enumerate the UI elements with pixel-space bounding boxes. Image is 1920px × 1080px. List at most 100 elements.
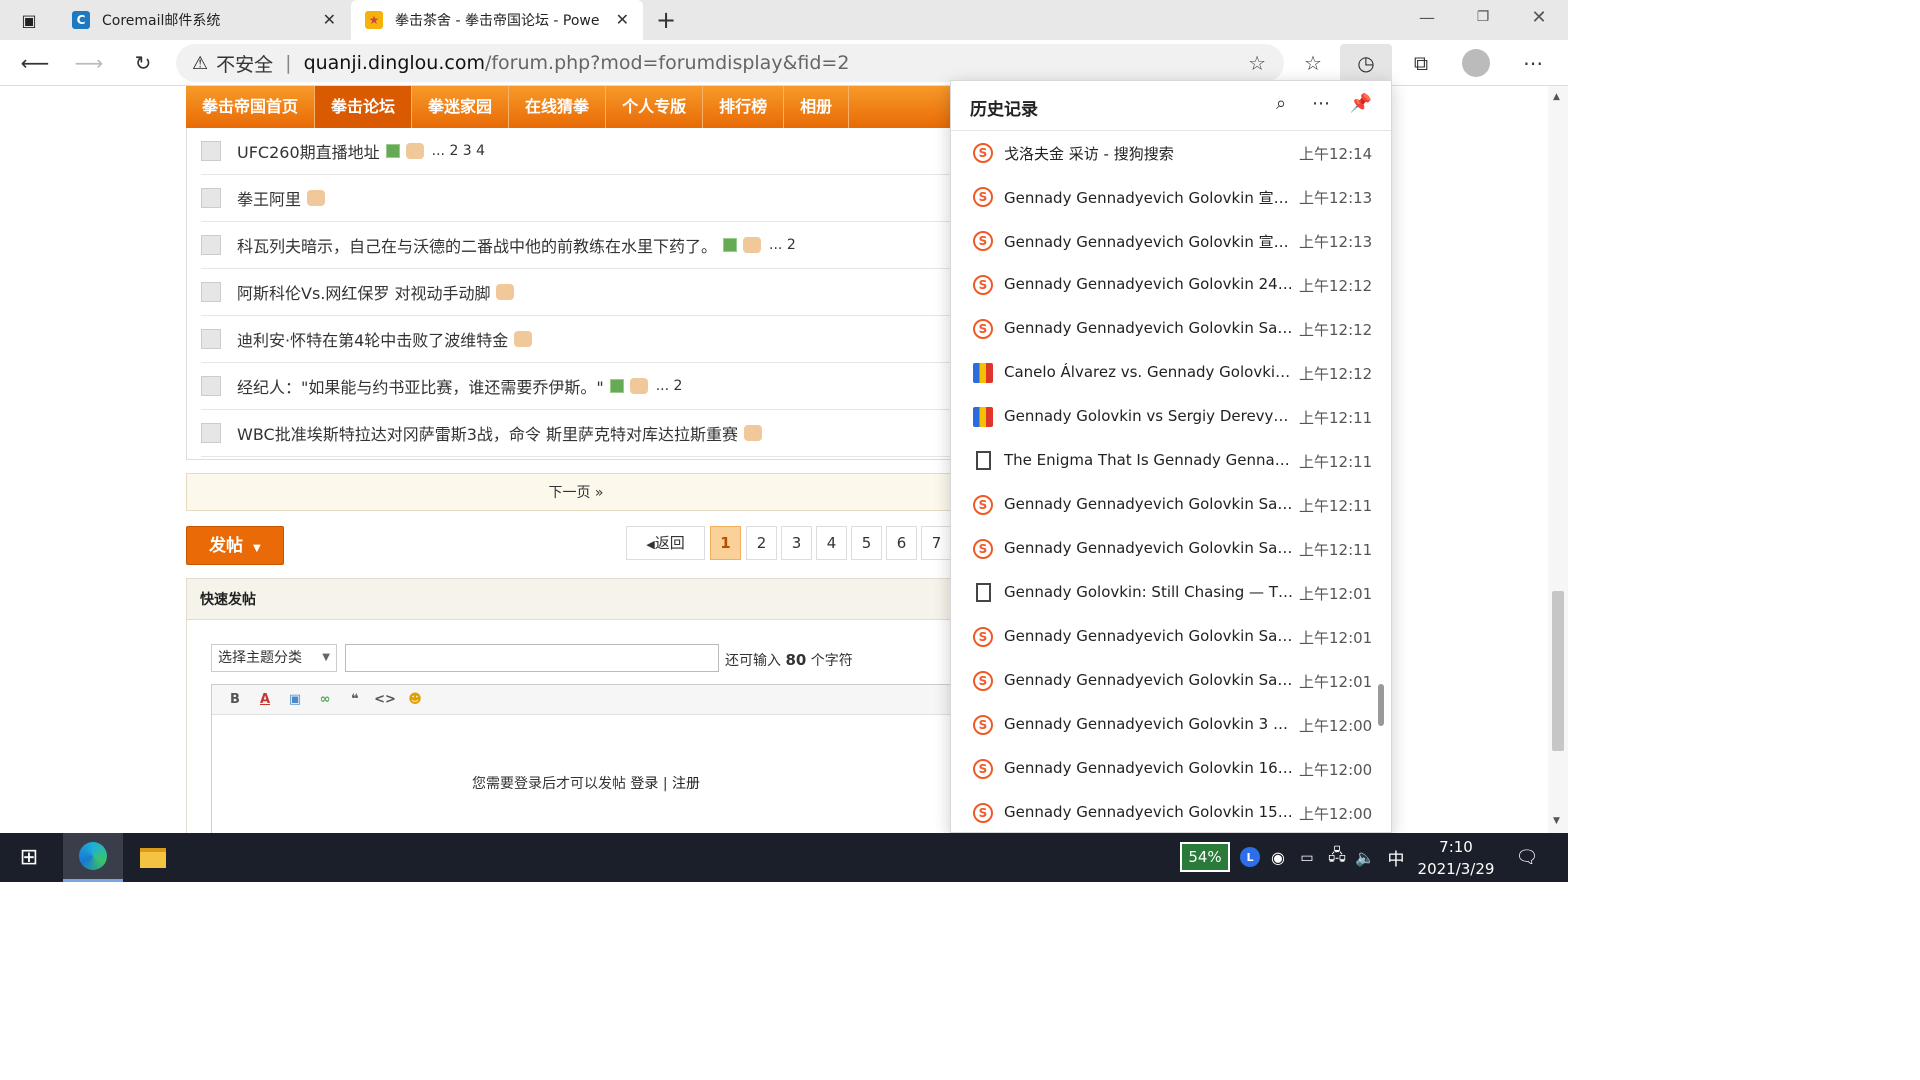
new-tab-icon[interactable]: + bbox=[652, 0, 680, 40]
category-select[interactable]: 选择主题分类 ▼ bbox=[211, 644, 337, 672]
back-icon[interactable]: ⟵ bbox=[20, 48, 50, 78]
history-item[interactable]: S Gennady Gennadyevich Golovkin Sanc... 上午… bbox=[951, 660, 1391, 704]
restore-icon[interactable]: ❐ bbox=[1468, 0, 1498, 34]
thread-row[interactable]: 科瓦列夫暗示，自己在与沃德的二番战中他的前教练在水里下药了。 ... 2 bbox=[201, 222, 961, 269]
battery-tray-icon[interactable]: ▭ bbox=[1296, 833, 1318, 882]
thread-pages[interactable]: ... 2 bbox=[656, 378, 683, 394]
nav-album[interactable]: 相册 bbox=[784, 86, 850, 128]
more-icon[interactable]: ⋯ bbox=[1518, 48, 1548, 78]
thread-pages[interactable]: ... 2 bbox=[769, 237, 796, 253]
thread-row[interactable]: UFC260期直播地址 ... 2 3 4 bbox=[201, 128, 961, 175]
font-color-icon[interactable]: A bbox=[250, 692, 280, 707]
close-window-icon[interactable]: ✕ bbox=[1524, 0, 1554, 34]
emoji-icon[interactable]: ☻ bbox=[400, 692, 430, 707]
thread-row[interactable]: 阿斯科伦Vs.网红保罗 对视动手动脚 bbox=[201, 269, 961, 316]
page-3[interactable]: 3 bbox=[781, 526, 812, 560]
thread-pages[interactable]: ... 2 3 4 bbox=[432, 143, 485, 159]
thread-title[interactable]: 科瓦列夫暗示，自己在与沃德的二番战中他的前教练在水里下药了。 bbox=[237, 233, 717, 257]
post-editor[interactable]: B A ▣ ∞ ❝ <> ☻ 您需要登录后才可以发帖 登录 | 注册 bbox=[211, 684, 961, 833]
network-icon[interactable]: 🖧 bbox=[1326, 833, 1348, 882]
tab-coremail[interactable]: C Coremail邮件系统 ✕ bbox=[58, 0, 350, 40]
thread-title[interactable]: 迪利安·怀特在第4轮中击败了波维特金 bbox=[237, 327, 508, 351]
history-item[interactable]: S Gennady Gennadyevich Golovkin Sanc... 上午… bbox=[951, 528, 1391, 572]
title-input[interactable] bbox=[345, 644, 719, 672]
thread-title[interactable]: WBC批准埃斯特拉达对冈萨雷斯3战，命令 斯里萨克特对库达拉斯重赛 bbox=[237, 421, 738, 445]
link-icon[interactable]: ∞ bbox=[310, 692, 340, 707]
nav-guess[interactable]: 在线猜拳 bbox=[509, 86, 607, 128]
refresh-icon[interactable]: ↻ bbox=[128, 48, 158, 78]
edge-icon[interactable] bbox=[63, 833, 123, 882]
history-item[interactable]: S Gennady Gennadyevich Golovkin 154 1... 上… bbox=[951, 792, 1391, 836]
history-item[interactable]: S Gennady Gennadyevich Golovkin 24/7 ... 上… bbox=[951, 264, 1391, 308]
pin-icon[interactable]: 📌 bbox=[1349, 93, 1373, 117]
scroll-up-icon[interactable]: ▲ bbox=[1553, 92, 1560, 102]
file-explorer-icon[interactable] bbox=[126, 833, 180, 882]
history-item[interactable]: S Gennady Gennadyevich Golovkin 宣传... 上午12… bbox=[951, 176, 1391, 220]
page-1[interactable]: 1 bbox=[710, 526, 741, 560]
close-tab-icon[interactable]: ✕ bbox=[323, 10, 336, 29]
history-item[interactable]: Canelo Álvarez vs. Gennady Golovkin II,.… bbox=[951, 352, 1391, 396]
history-scrollbar[interactable] bbox=[1378, 684, 1384, 726]
nav-personal[interactable]: 个人专版 bbox=[606, 86, 704, 128]
history-item[interactable]: S Gennady Gennadyevich Golovkin Sanc... 上午… bbox=[951, 308, 1391, 352]
thread-row[interactable]: 拳王阿里 bbox=[201, 175, 961, 222]
history-icon[interactable]: ◷ bbox=[1340, 44, 1392, 82]
nav-home[interactable]: 拳击帝国首页 bbox=[186, 86, 316, 128]
start-icon[interactable]: ⊞ bbox=[0, 833, 58, 882]
thread-title[interactable]: 阿斯科伦Vs.网红保罗 对视动手动脚 bbox=[237, 280, 490, 304]
history-item[interactable]: S Gennady Gennadyevich Golovkin 168 -... 上… bbox=[951, 748, 1391, 792]
tray-app-icon[interactable]: L bbox=[1240, 847, 1260, 867]
history-item[interactable]: S Gennady Gennadyevich Golovkin 3 divi...… bbox=[951, 704, 1391, 748]
history-item[interactable]: The Enigma That Is Gennady Gennadye... 上午… bbox=[951, 440, 1391, 484]
chrome-tray-icon[interactable]: ◉ bbox=[1268, 833, 1288, 882]
page-2[interactable]: 2 bbox=[746, 526, 777, 560]
thread-row[interactable]: WBC批准埃斯特拉达对冈萨雷斯3战，命令 斯里萨克特对库达拉斯重赛 bbox=[201, 410, 961, 457]
clock[interactable]: 7:10 2021/3/29 bbox=[1414, 833, 1498, 882]
thread-row[interactable]: 迪利安·怀特在第4轮中击败了波维特金 bbox=[201, 316, 961, 363]
security-label[interactable]: 不安全 bbox=[216, 50, 273, 77]
favorites-icon[interactable]: ☆ bbox=[1298, 48, 1328, 78]
next-page-link[interactable]: 下一页 » bbox=[186, 473, 966, 511]
back-button[interactable]: ◀返回 bbox=[626, 526, 705, 560]
scroll-thumb[interactable] bbox=[1552, 591, 1564, 751]
nav-forum[interactable]: 拳击论坛 bbox=[315, 86, 413, 128]
history-item[interactable]: S Gennady Gennadyevich Golovkin 宣传... 上午12… bbox=[951, 220, 1391, 264]
image-icon[interactable]: ▣ bbox=[280, 692, 310, 707]
close-tab-icon[interactable]: ✕ bbox=[616, 10, 629, 29]
more-options-icon[interactable]: ⋯ bbox=[1309, 93, 1333, 117]
page-5[interactable]: 5 bbox=[851, 526, 882, 560]
login-link[interactable]: 登录 bbox=[630, 776, 658, 792]
forward-icon[interactable]: ⟶ bbox=[74, 48, 104, 78]
collections-icon[interactable]: ⧉ bbox=[1406, 48, 1436, 78]
thread-title[interactable]: UFC260期直播地址 bbox=[237, 139, 380, 163]
code-icon[interactable]: <> bbox=[370, 692, 400, 707]
battery-indicator[interactable]: 54% bbox=[1180, 842, 1230, 872]
nav-fans[interactable]: 拳迷家园 bbox=[412, 86, 510, 128]
tab-forum[interactable]: ★ 拳击茶舍 - 拳击帝国论坛 - Powe ✕ bbox=[351, 0, 643, 40]
thread-title[interactable]: 拳王阿里 bbox=[237, 186, 301, 210]
profile-avatar[interactable] bbox=[1462, 49, 1490, 77]
bold-icon[interactable]: B bbox=[220, 692, 250, 707]
address-bar[interactable]: ⚠ 不安全 | quanji.dinglou.com /forum.php?mo… bbox=[176, 44, 1284, 82]
page-7[interactable]: 7 bbox=[921, 526, 952, 560]
notification-icon[interactable]: 🗨 bbox=[1512, 833, 1542, 882]
tab-actions-icon[interactable]: ▣ bbox=[14, 0, 44, 40]
history-item[interactable]: S 戈洛夫金 采访 - 搜狗搜索 上午12:14 bbox=[951, 132, 1391, 176]
page-scrollbar[interactable]: ▲ ▼ bbox=[1548, 86, 1568, 833]
nav-ranking[interactable]: 排行榜 bbox=[703, 86, 785, 128]
history-item[interactable]: S Gennady Gennadyevich Golovkin Sanc... 上午… bbox=[951, 616, 1391, 660]
search-icon[interactable]: ⌕ bbox=[1269, 93, 1293, 117]
history-item[interactable]: S Gennady Gennadyevich Golovkin Sanc... 上午… bbox=[951, 484, 1391, 528]
register-link[interactable]: 注册 bbox=[672, 776, 700, 792]
ime-indicator[interactable]: 中 bbox=[1384, 833, 1408, 882]
quote-icon[interactable]: ❝ bbox=[340, 692, 370, 707]
thread-row[interactable]: 经纪人："如果能与约书亚比赛，谁还需要乔伊斯。" ... 2 bbox=[201, 363, 961, 410]
favorite-add-icon[interactable]: ☆ bbox=[1248, 51, 1266, 75]
history-item[interactable]: Gennady Golovkin: Still Chasing — THE...… bbox=[951, 572, 1391, 616]
page-4[interactable]: 4 bbox=[816, 526, 847, 560]
post-button[interactable]: 发帖 ▼ bbox=[186, 526, 284, 565]
scroll-down-icon[interactable]: ▼ bbox=[1553, 816, 1560, 826]
volume-icon[interactable]: 🔈 bbox=[1354, 833, 1376, 882]
thread-title[interactable]: 经纪人："如果能与约书亚比赛，谁还需要乔伊斯。" bbox=[237, 374, 604, 398]
page-6[interactable]: 6 bbox=[886, 526, 917, 560]
